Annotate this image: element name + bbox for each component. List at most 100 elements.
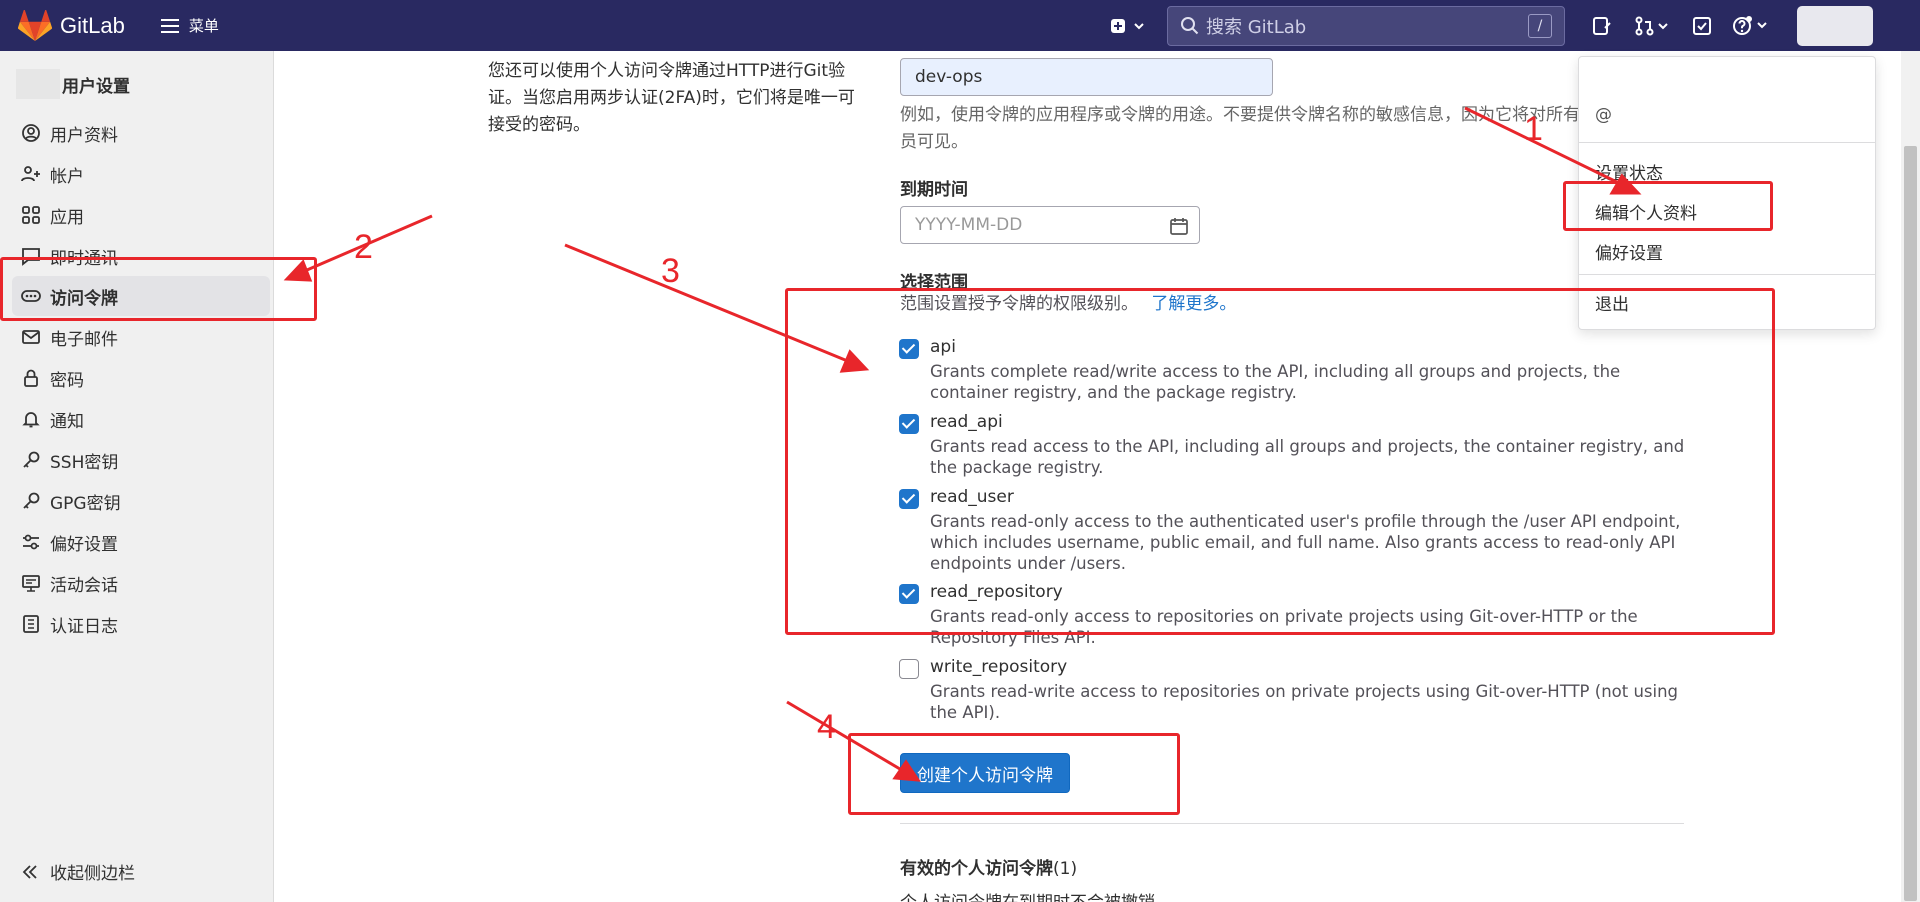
page-scrollbar[interactable]	[1901, 51, 1920, 902]
double-chevron-left-icon	[22, 864, 37, 879]
sidebar-item-label: 电子邮件	[50, 329, 118, 350]
new-dropdown-button[interactable]	[1105, 0, 1155, 51]
token-name-help-line2: 员可见。	[900, 132, 968, 152]
scopes-help: 范围设置授予令牌的权限级别。 了解更多。	[900, 291, 1236, 318]
menu-label: 菜单	[188, 17, 219, 35]
bell-icon	[20, 408, 42, 430]
annotation-number-4: 4	[817, 708, 836, 746]
annotation-number-2: 2	[354, 228, 373, 266]
learn-more-link[interactable]: 了解更多。	[1151, 294, 1236, 314]
sidebar-item-gpg-keys[interactable]: GPG密钥	[12, 481, 270, 521]
scopes-label: 选择范围	[900, 273, 968, 293]
sidebar-item-label: 帐户	[50, 166, 84, 187]
merge-requests-button[interactable]	[1627, 0, 1677, 51]
issues-button[interactable]	[1577, 0, 1627, 51]
dropdown-username-handle[interactable]: @	[1595, 105, 1612, 125]
hamburger-icon	[160, 18, 179, 33]
sidebar-item-label: GPG密钥	[50, 493, 121, 514]
scope-checkbox[interactable]	[899, 414, 919, 434]
section-divider	[900, 823, 1684, 824]
scope-checkbox[interactable]	[899, 489, 919, 509]
gitlab-tanuki-icon	[18, 9, 52, 41]
dropdown-sign-out[interactable]: 退出	[1595, 290, 1629, 315]
scopes-help-text: 范围设置授予令牌的权限级别。	[900, 294, 1138, 314]
search-placeholder: 搜索 GitLab	[1206, 16, 1307, 38]
merge-request-icon	[1635, 16, 1668, 35]
menu-button[interactable]: 菜单	[160, 15, 219, 36]
sidebar-item-active-sessions[interactable]: 活动会话	[12, 563, 270, 603]
scope-name: read_user	[930, 487, 1014, 507]
profile-icon	[20, 122, 42, 144]
help-button[interactable]	[1727, 0, 1777, 51]
collapse-label: 收起侧边栏	[50, 864, 135, 884]
sidebar-item-auth-log[interactable]: 认证日志	[12, 604, 270, 644]
scrollbar-thumb[interactable]	[1904, 146, 1917, 901]
sidebar-item-profile[interactable]: 用户资料	[12, 113, 270, 153]
sidebar-header: 用户设置	[16, 69, 130, 99]
scope-name: read_repository	[930, 582, 1063, 602]
scope-description: Grants read-only access to the authentic…	[930, 512, 1681, 573]
sidebar-item-notifications[interactable]: 通知	[12, 399, 270, 439]
gitlab-logo[interactable]: GitLab	[18, 9, 125, 42]
lock-icon	[20, 367, 42, 389]
sidebar-item-applications[interactable]: 应用	[12, 195, 270, 235]
user-avatar-button[interactable]	[1797, 5, 1873, 46]
scope-description: Grants read-write access to repositories…	[930, 682, 1679, 722]
sidebar-item-label: 密码	[50, 370, 84, 391]
key-icon	[20, 449, 42, 471]
active-tokens-title-text: 有效的个人访问令牌	[900, 859, 1053, 879]
sidebar-item-access-tokens[interactable]: 访问令牌	[12, 276, 270, 316]
dropdown-divider	[1579, 142, 1875, 143]
token-name-input[interactable]: dev-ops	[900, 58, 1273, 96]
expiry-label: 到期时间	[900, 180, 968, 200]
annotation-arrow-3	[564, 243, 870, 373]
user-dropdown-menu: @ 设置状态 编辑个人资料 偏好设置 退出	[1578, 56, 1876, 330]
sidebar-item-chat[interactable]: 即时通讯	[12, 236, 270, 276]
issues-icon	[1593, 16, 1611, 35]
search-box[interactable]: 搜索 GitLab /	[1167, 5, 1565, 46]
help-question-icon	[1733, 15, 1767, 35]
token-icon	[20, 285, 42, 307]
plus-square-icon	[1111, 18, 1144, 33]
scope-description: Grants read access to the API, including…	[930, 437, 1685, 477]
sidebar-item-label: 访问令牌	[50, 288, 118, 309]
annotation-arrow-4	[786, 700, 921, 782]
mail-icon	[20, 326, 42, 348]
token-name-value: dev-ops	[915, 67, 983, 87]
sidebar: 用户设置 用户资料 帐户 应用 即时通讯 访问令牌 电子邮件 密码 通知 SSH…	[0, 51, 274, 902]
sidebar-item-password[interactable]: 密码	[12, 358, 270, 398]
scope-checkbox[interactable]	[899, 659, 919, 679]
sidebar-item-label: 用户资料	[50, 125, 118, 146]
todo-check-icon	[1693, 16, 1711, 35]
log-icon	[20, 613, 42, 635]
scope-name: write_repository	[930, 657, 1068, 677]
collapse-sidebar-button[interactable]: 收起侧边栏	[20, 859, 135, 884]
sidebar-item-label: 认证日志	[50, 616, 118, 637]
expiry-placeholder: YYYY-MM-DD	[915, 215, 1023, 235]
sidebar-item-emails[interactable]: 电子邮件	[12, 317, 270, 357]
calendar-icon[interactable]	[1169, 216, 1189, 236]
top-navbar: GitLab 菜单 搜索 GitLab /	[0, 0, 1920, 51]
sidebar-item-label: 即时通讯	[50, 248, 118, 269]
key-icon	[20, 490, 42, 512]
dropdown-set-status[interactable]: 设置状态	[1595, 159, 1663, 184]
annotation-arrow-2	[283, 214, 433, 282]
dropdown-divider	[1579, 274, 1875, 275]
account-icon	[20, 163, 42, 185]
monitor-icon	[20, 572, 42, 594]
scope-checkbox[interactable]	[899, 584, 919, 604]
sidebar-item-label: 活动会话	[50, 575, 118, 596]
search-icon	[1181, 16, 1199, 34]
sidebar-item-label: 通知	[50, 411, 84, 432]
sidebar-item-preferences[interactable]: 偏好设置	[12, 522, 270, 562]
expiry-date-input[interactable]: YYYY-MM-DD	[900, 206, 1200, 244]
dropdown-edit-profile[interactable]: 编辑个人资料	[1595, 199, 1697, 224]
create-token-button[interactable]: 创建个人访问令牌	[900, 753, 1070, 793]
sidebar-item-account[interactable]: 帐户	[12, 154, 270, 194]
scope-checkbox[interactable]	[899, 339, 919, 359]
dropdown-preferences[interactable]: 偏好设置	[1595, 239, 1663, 264]
todos-button[interactable]	[1677, 0, 1727, 51]
active-tokens-subtitle: 个人访问令牌在到期时不会被撤销	[900, 888, 1155, 902]
sidebar-item-ssh-keys[interactable]: SSH密钥	[12, 440, 270, 480]
sidebar-title: 用户设置	[62, 76, 130, 97]
